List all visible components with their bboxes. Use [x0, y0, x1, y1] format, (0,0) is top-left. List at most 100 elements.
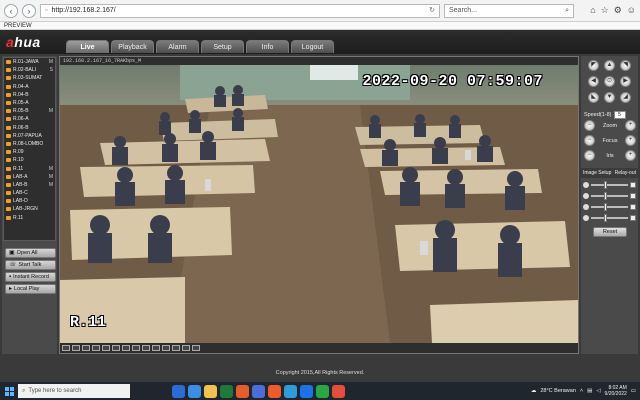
slider-step-button[interactable]: [630, 192, 636, 199]
ptz-left-icon[interactable]: ◀: [588, 76, 599, 87]
tab-setup[interactable]: Setup: [201, 40, 244, 53]
taskbar-app-icon[interactable]: [252, 384, 265, 398]
ptz-down-icon[interactable]: ▼: [604, 92, 615, 103]
image-slider[interactable]: [591, 213, 628, 222]
slider-thumb[interactable]: [603, 202, 607, 211]
ptz-up-left-icon[interactable]: ◤: [588, 60, 599, 71]
tray-arrow-icon[interactable]: ˄: [580, 388, 583, 394]
weather-text[interactable]: 28°C Berawan: [540, 388, 576, 394]
local-play-button[interactable]: ▸ Local Play: [5, 284, 56, 294]
iris-open-icon[interactable]: +: [625, 150, 636, 161]
tab-live[interactable]: Live: [66, 40, 109, 53]
ptz-right-icon[interactable]: ▶: [620, 76, 631, 87]
tab-playback[interactable]: Playback: [111, 40, 154, 53]
camera-list-item[interactable]: R.06-A: [4, 115, 55, 123]
slider-step-button[interactable]: [630, 214, 636, 221]
taskbar-app-icon[interactable]: [236, 384, 249, 398]
camera-list-item[interactable]: R.09: [4, 148, 55, 156]
camera-list-item[interactable]: R.04-A: [4, 83, 55, 91]
tab-info[interactable]: Info: [246, 40, 289, 53]
ptz-up-right-icon[interactable]: ◥: [620, 60, 631, 71]
smiley-icon[interactable]: ☺: [627, 5, 636, 16]
camera-list[interactable]: R.01-JAWA M R.02-BALI S R.03-SUMAT R.04-A R.04…: [3, 57, 56, 241]
forward-icon[interactable]: ›: [22, 3, 36, 18]
image-slider[interactable]: [591, 180, 628, 189]
zoom-out-icon[interactable]: −: [584, 120, 595, 131]
slider-step-button[interactable]: [630, 203, 636, 210]
image-slider[interactable]: [591, 202, 628, 211]
taskbar-app-icon[interactable]: [316, 384, 329, 398]
fullscreen-icon[interactable]: [62, 345, 70, 351]
stream-type-badge[interactable]: M: [49, 166, 53, 172]
original-size-icon[interactable]: [72, 345, 80, 351]
camera-list-item[interactable]: R.05-B M: [4, 107, 55, 115]
camera-list-item[interactable]: R.02-BALI S: [4, 66, 55, 74]
taskbar-app-icon[interactable]: [300, 384, 313, 398]
clock[interactable]: 8:02 AM 9/20/2022: [605, 385, 627, 397]
start-button[interactable]: [0, 382, 18, 400]
taskbar-app-icon[interactable]: [332, 384, 345, 398]
camera-list-item[interactable]: LAB-JRGN: [4, 205, 55, 213]
taskbar-app-icon[interactable]: [268, 384, 281, 398]
taskbar-app-icon[interactable]: [172, 384, 185, 398]
camera-list-item[interactable]: R.08-LOMBO: [4, 140, 55, 148]
fit-icon[interactable]: [82, 345, 90, 351]
search-icon[interactable]: ⌕: [565, 5, 569, 17]
split-1-icon[interactable]: [92, 345, 100, 351]
prev-page-icon[interactable]: [152, 345, 160, 351]
ptz-center-icon[interactable]: ⊙: [604, 76, 615, 87]
stream-type-badge[interactable]: M: [49, 182, 53, 188]
slider-thumb[interactable]: [603, 191, 607, 200]
gear-icon[interactable]: ⚙: [614, 5, 622, 16]
back-icon[interactable]: ‹: [4, 3, 18, 18]
home-icon[interactable]: ⌂: [590, 5, 595, 16]
relay-out-tab[interactable]: Relay-out: [615, 168, 636, 178]
split-16-icon[interactable]: [122, 345, 130, 351]
ptz-down-right-icon[interactable]: ◢: [620, 92, 631, 103]
split-9-icon[interactable]: [112, 345, 120, 351]
stream-type-badge[interactable]: M: [49, 108, 53, 114]
start-talk-button[interactable]: ☏ Start Talk: [5, 260, 56, 270]
camera-list-item[interactable]: R.10: [4, 156, 55, 164]
ptz-up-icon[interactable]: ▲: [604, 60, 615, 71]
taskbar-app-icon[interactable]: [204, 384, 217, 398]
focus-out-icon[interactable]: −: [584, 135, 595, 146]
camera-list-item[interactable]: R.11: [4, 214, 55, 222]
camera-list-item[interactable]: R.05-A: [4, 99, 55, 107]
refresh-icon[interactable]: ↻: [429, 5, 435, 17]
tab-alarm[interactable]: Alarm: [156, 40, 199, 53]
network-icon[interactable]: ▤: [587, 388, 592, 394]
notification-icon[interactable]: ▭: [631, 388, 636, 394]
taskbar-search-input[interactable]: ⌕ Type here to search: [18, 384, 130, 398]
camera-list-item[interactable]: LAB-A M: [4, 173, 55, 181]
stream-type-badge[interactable]: M: [49, 59, 53, 65]
camera-list-item[interactable]: R.04-B: [4, 91, 55, 99]
camera-list-item[interactable]: R.07-PAPUA: [4, 132, 55, 140]
reset-button[interactable]: Reset: [593, 227, 627, 237]
taskbar-app-icon[interactable]: [220, 384, 233, 398]
camera-list-item[interactable]: R.01-JAWA M: [4, 58, 55, 66]
tab-logout[interactable]: Logout: [291, 40, 334, 53]
zoom-in-icon[interactable]: +: [625, 120, 636, 131]
split-4-icon[interactable]: [102, 345, 110, 351]
slider-thumb[interactable]: [603, 213, 607, 222]
live-video-feed[interactable]: 2022-09-20 07:59:07 R.11: [60, 65, 578, 343]
image-setup-tab[interactable]: Image Setup: [583, 168, 611, 178]
focus-in-icon[interactable]: +: [625, 135, 636, 146]
open-all-button[interactable]: ▣ Open All: [5, 248, 56, 258]
image-slider[interactable]: [591, 191, 628, 200]
record-toggle-icon[interactable]: [182, 345, 190, 351]
speed-select[interactable]: 5: [613, 110, 626, 119]
browser-tab[interactable]: PREVIEW: [0, 22, 640, 30]
taskbar-app-icon[interactable]: [188, 384, 201, 398]
camera-list-item[interactable]: LAB-B M: [4, 181, 55, 189]
ptz-down-left-icon[interactable]: ◣: [588, 92, 599, 103]
camera-list-item[interactable]: R.03-SUMAT: [4, 74, 55, 82]
slider-step-button[interactable]: [630, 181, 636, 188]
star-icon[interactable]: ☆: [601, 5, 609, 16]
camera-list-item[interactable]: R.11 M: [4, 164, 55, 172]
camera-list-item[interactable]: R.06-B: [4, 124, 55, 132]
stream-type-badge[interactable]: S: [50, 67, 53, 73]
split-25-icon[interactable]: [132, 345, 140, 351]
address-bar[interactable]: ▫ http://192.168.2.167/ ↻: [40, 3, 440, 18]
